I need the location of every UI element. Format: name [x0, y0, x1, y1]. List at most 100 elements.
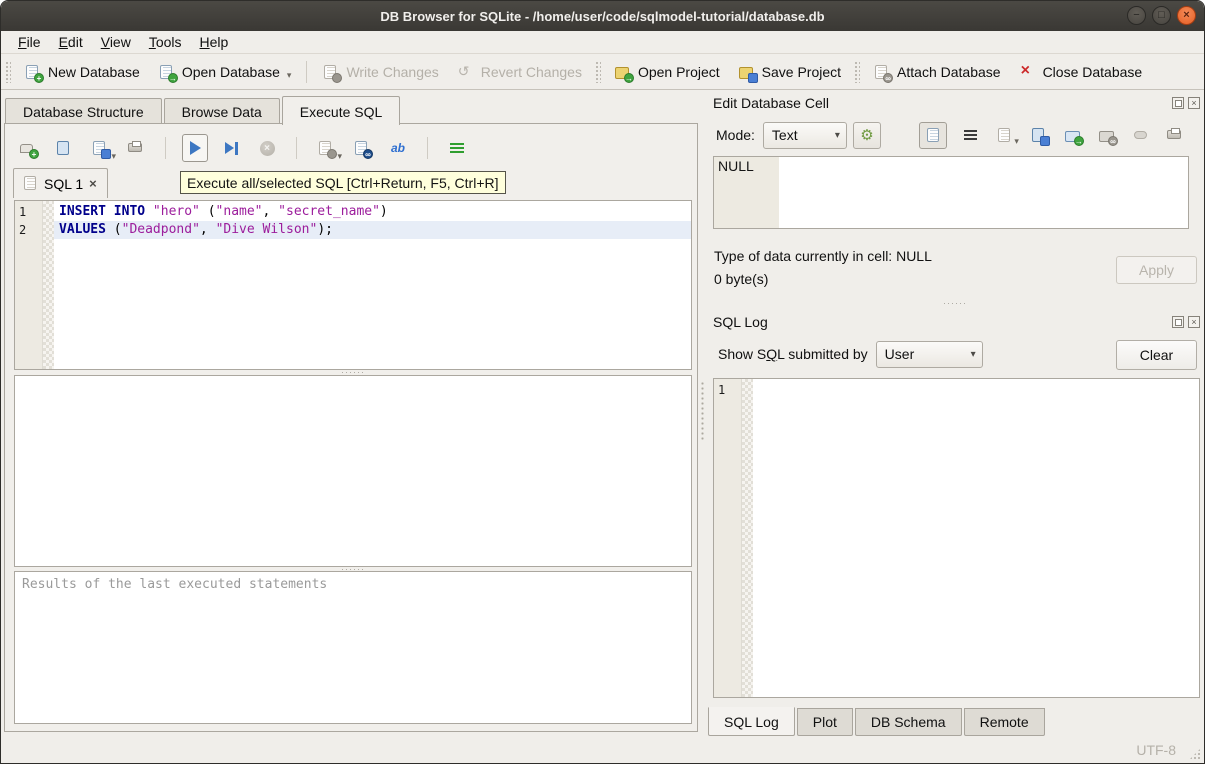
window-title: DB Browser for SQLite - /home/user/code/…	[380, 9, 824, 24]
cell-icons-row: ▾ → ∞	[919, 122, 1185, 149]
gear-icon: ⚙	[860, 128, 873, 143]
app-window: DB Browser for SQLite - /home/user/code/…	[0, 0, 1205, 764]
open-database-button[interactable]: → Open Database ▾	[149, 59, 301, 86]
save-project-icon	[738, 64, 756, 81]
float-dock-icon[interactable]	[1172, 97, 1184, 109]
log-gutter: 1	[714, 379, 742, 697]
menubar: File Edit View Tools Help	[1, 31, 1204, 54]
tab-database-structure[interactable]: Database Structure	[5, 98, 162, 125]
fold-margin	[742, 379, 753, 697]
attach-database-button[interactable]: ∞ Attach Database	[864, 59, 1010, 86]
export-data-button[interactable]: →	[1063, 125, 1083, 145]
sql-tab-label: SQL 1	[44, 176, 83, 192]
open-database-dropdown-icon[interactable]: ▾	[287, 70, 292, 81]
cell-size-info: 0 byte(s)	[714, 271, 768, 287]
text-mode-button[interactable]	[919, 122, 947, 149]
find-icon: ∞	[353, 140, 371, 157]
edit-cell-title: Edit Database Cell	[713, 95, 1168, 111]
code-lines[interactable]: INSERT INTO "hero" ("name", "secret_name…	[54, 201, 691, 369]
cell-value-editor[interactable]: NULL	[713, 156, 1189, 229]
close-dock-icon[interactable]: ×	[1188, 316, 1200, 328]
sql-log-view[interactable]: 1	[713, 378, 1200, 698]
maximize-button[interactable]: □	[1152, 6, 1171, 25]
sql-code-editor[interactable]: 12 INSERT INTO "hero" ("name", "secret_n…	[14, 200, 692, 370]
main-toolbar: + New Database → Open Database ▾ Write C…	[1, 55, 1204, 90]
print-cell-button[interactable]	[1165, 125, 1185, 145]
apply-button: Apply	[1116, 256, 1197, 284]
auto-apply-button[interactable]: ⚙	[853, 122, 881, 149]
save-results-button: ▾	[313, 134, 339, 162]
results-grid[interactable]	[14, 375, 692, 567]
new-sql-tab-button[interactable]: +	[15, 134, 41, 162]
format-sql-button[interactable]	[444, 134, 470, 162]
set-null-button	[1131, 125, 1151, 145]
dock-splitter-handle[interactable]: ······	[704, 300, 1205, 306]
cell-type-info: Type of data currently in cell: NULL	[714, 248, 932, 264]
toolbar-drag-handle[interactable]	[854, 61, 860, 83]
menu-help[interactable]: Help	[191, 31, 238, 53]
set-null-icon	[1134, 131, 1147, 139]
menu-tools[interactable]: Tools	[140, 31, 191, 53]
new-database-button[interactable]: + New Database	[15, 59, 149, 86]
execute-line-icon	[225, 142, 234, 154]
close-button[interactable]: ×	[1177, 6, 1196, 25]
attach-database-icon: ∞	[873, 64, 891, 81]
menu-edit[interactable]: Edit	[50, 31, 92, 53]
execute-current-line-button[interactable]	[218, 134, 244, 162]
write-changes-button: Write Changes	[313, 59, 447, 86]
clear-log-button[interactable]: Clear	[1116, 340, 1197, 370]
maximize-icon: □	[1158, 10, 1165, 21]
main-area: Database Structure Browse Data Execute S…	[1, 90, 704, 763]
resize-grip[interactable]	[1189, 748, 1201, 760]
print-sql-button[interactable]	[123, 134, 149, 162]
export-file-icon: →	[1064, 127, 1082, 144]
sql-toolbar-separator	[165, 137, 166, 159]
dock-tab-sql-log[interactable]: SQL Log	[708, 707, 795, 736]
word-wrap-button[interactable]	[961, 125, 981, 145]
sql-tab-close-icon[interactable]: ×	[89, 176, 97, 191]
main-tab-bar: Database Structure Browse Data Execute S…	[5, 96, 402, 125]
mode-select[interactable]: Text ▾	[763, 122, 847, 149]
sql-toolbar: + ▾ ×	[15, 130, 470, 166]
find-button[interactable]: ∞	[349, 134, 375, 162]
results-message-pane[interactable]: Results of the last executed statements	[14, 571, 692, 724]
sql-log-dock-titlebar: SQL Log ×	[704, 312, 1205, 332]
import-data-button[interactable]	[1029, 125, 1049, 145]
execute-all-button[interactable]	[182, 134, 208, 162]
tab-browse-data[interactable]: Browse Data	[164, 98, 280, 125]
submitted-by-value: User	[885, 346, 915, 362]
float-dock-icon[interactable]	[1172, 316, 1184, 328]
close-icon: ×	[1183, 10, 1189, 21]
open-project-button[interactable]: → Open Project	[605, 59, 729, 86]
open-database-icon: →	[158, 64, 176, 81]
open-in-app-button[interactable]: ∞	[1097, 125, 1117, 145]
dock-tab-remote[interactable]: Remote	[964, 708, 1045, 736]
close-database-button[interactable]: × Close Database	[1010, 59, 1152, 86]
toolbar-drag-handle[interactable]	[595, 61, 601, 83]
close-dock-icon[interactable]: ×	[1188, 97, 1200, 109]
tab-execute-sql[interactable]: Execute SQL	[282, 96, 401, 125]
code-gutter: 12	[15, 201, 43, 369]
save-project-button[interactable]: Save Project	[729, 59, 850, 86]
menu-file[interactable]: File	[9, 31, 50, 53]
execute-all-icon	[190, 141, 201, 155]
save-results-dropdown-icon: ▾	[337, 151, 342, 162]
toolbar-drag-handle[interactable]	[5, 61, 11, 83]
save-disabled-icon	[996, 127, 1014, 144]
save-sql-dropdown-icon[interactable]: ▾	[111, 151, 116, 162]
log-line-number: 1	[714, 381, 741, 399]
write-changes-icon	[322, 64, 340, 81]
dock-tab-plot[interactable]: Plot	[797, 708, 853, 736]
sql-file-tab[interactable]: SQL 1 ×	[13, 168, 108, 198]
open-sql-file-button[interactable]	[51, 134, 77, 162]
titlebar[interactable]: DB Browser for SQLite - /home/user/code/…	[1, 1, 1204, 31]
menu-view[interactable]: View	[92, 31, 140, 53]
dock-tab-db-schema[interactable]: DB Schema	[855, 708, 962, 736]
replace-button[interactable]: ab	[385, 134, 411, 162]
fold-margin	[43, 201, 54, 369]
dock-tab-bar: SQL Log Plot DB Schema Remote	[708, 708, 1047, 736]
toolbar-separator	[306, 61, 307, 83]
minimize-button[interactable]: −	[1127, 6, 1146, 25]
save-sql-file-button[interactable]: ▾	[87, 134, 113, 162]
submitted-by-select[interactable]: User ▾	[876, 341, 983, 368]
